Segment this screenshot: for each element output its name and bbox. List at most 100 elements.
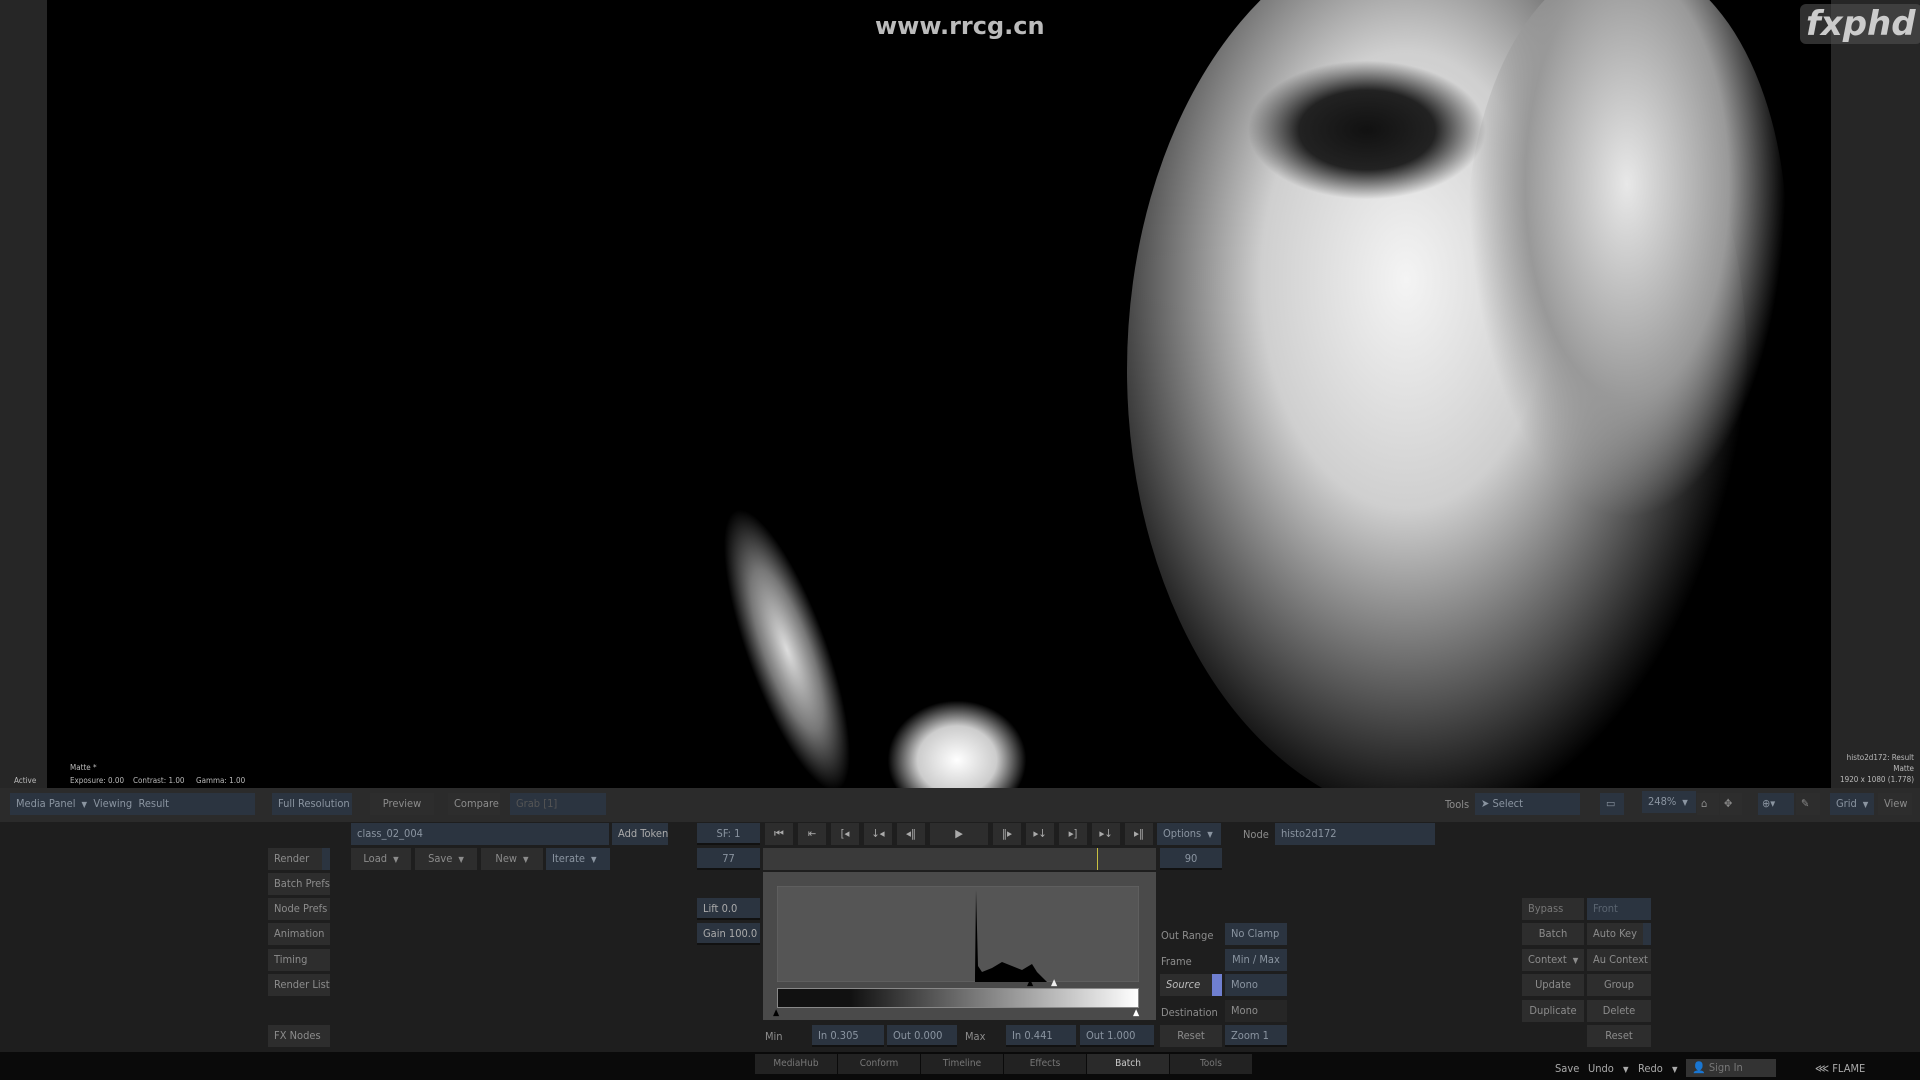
crosshair-icon[interactable]: ⊕▾ [1758,793,1794,815]
tab-timeline[interactable]: Timeline [921,1054,1003,1074]
app-name: FLAME [1832,1062,1866,1075]
min-in-field[interactable]: In 0.305 [812,1025,884,1047]
save-dropdown[interactable]: Save ▼ [415,848,477,870]
out-range-dropdown[interactable]: No Clamp [1225,923,1287,945]
full-resolution-button[interactable]: Full Resolution [272,793,352,815]
menu-button-node-prefs[interactable]: Node Prefs [268,898,330,920]
iterate-dropdown[interactable]: Iterate ▼ [546,848,610,870]
transport-button[interactable]: [◂ [831,823,859,845]
histogram-panel: ▲ ▲ ▲ ▲ [763,872,1156,1020]
bypass-button[interactable]: Bypass [1522,898,1584,920]
reset-button[interactable]: Reset [1587,1025,1651,1047]
eyedropper-icon[interactable]: ✎ [1796,793,1820,815]
zoom-dropdown[interactable]: 248% ▼ [1642,791,1696,813]
save-button[interactable]: Save [1555,1062,1579,1075]
menu-button-batch-prefs[interactable]: Batch Prefs [268,873,330,895]
max-in-field[interactable]: In 0.441 [1006,1025,1076,1047]
cursor-icon: ➤ [1481,797,1490,810]
gain-field[interactable]: Gain 100.0 [697,923,760,945]
menu-button-fx-nodes[interactable]: FX Nodes [268,1025,330,1047]
redo-button[interactable]: Redo ▼ [1638,1062,1678,1075]
zoom-field[interactable]: Zoom 1 [1225,1025,1287,1047]
viewer-node-channel: Matte [1893,764,1914,773]
tab-effects[interactable]: Effects [1004,1054,1086,1074]
max-out-field[interactable]: Out 1.000 [1080,1025,1154,1047]
frame-icon[interactable]: ▭ [1600,793,1624,815]
min-out-field[interactable]: Out 0.000 [887,1025,957,1047]
menu-button-animation[interactable]: Animation [268,923,330,945]
play-button[interactable]: ▶ [930,823,988,845]
viewer-channel: Matte * [70,763,97,772]
transport-button[interactable]: ◂‖ [897,823,925,845]
lift-field[interactable]: Lift 0.0 [697,898,760,920]
viewer[interactable]: www.rrcg.cn fxphd Active Matte * Exposur… [0,0,1920,788]
transport-button[interactable]: ⏮ [765,823,793,845]
update-button[interactable]: Update [1522,974,1584,996]
gradient-ramp[interactable] [777,988,1139,1008]
transport-button[interactable]: ▸↓ [1026,823,1054,845]
timeline-scrubber[interactable] [763,848,1156,870]
grid-label: Grid [1836,797,1857,810]
menu-button-render-list[interactable]: Render List [268,974,330,996]
menu-button-timing[interactable]: Timing [268,949,330,971]
grab-button[interactable]: Grab [1] [510,793,606,815]
transport-button[interactable]: ↓◂ [864,823,892,845]
transport-button[interactable]: ⇤ [798,823,826,845]
histogram-graph[interactable] [777,886,1139,982]
undo-button[interactable]: Undo ▼ [1588,1062,1629,1075]
viewer-gamma: Gamma: 1.00 [196,776,246,785]
node-name-field[interactable]: histo2d172 [1275,823,1435,845]
transport-button[interactable]: ▸‖ [1125,823,1153,845]
fish-icon: ⋘ [1815,1062,1830,1075]
view-button[interactable]: View [1878,793,1912,815]
front-button[interactable]: Front [1587,898,1651,920]
group-button[interactable]: Group [1587,974,1651,996]
preview-button[interactable]: Preview [370,793,434,815]
tab-batch[interactable]: Batch [1087,1054,1169,1074]
media-panel-label: Media Panel [16,797,76,810]
sign-in-dropdown[interactable]: 👤 Sign In [1686,1059,1776,1077]
context-dropdown[interactable]: Context ▼ [1522,949,1584,971]
tab-mediahub[interactable]: MediaHub [755,1054,837,1074]
chevron-down-icon: ▼ [523,855,529,864]
delete-button[interactable]: Delete [1587,1000,1651,1022]
histogram-reset-button[interactable]: Reset [1160,1025,1222,1047]
grid-dropdown[interactable]: Grid ▼ [1830,793,1874,815]
new-dropdown[interactable]: New ▼ [481,848,543,870]
options-dropdown[interactable]: Options ▼ [1157,823,1221,845]
auto-key-button[interactable]: Auto Key [1587,923,1651,945]
tab-conform[interactable]: Conform [838,1054,920,1074]
add-token-dropdown[interactable]: Add Token [612,823,668,845]
transport-button[interactable]: ▸] [1059,823,1087,845]
save-label: Save [428,852,453,865]
max-input-handle[interactable]: ▲ [1051,978,1057,988]
duplicate-button[interactable]: Duplicate [1522,1000,1584,1022]
source-toggle[interactable]: Source [1160,974,1222,996]
min-output-handle[interactable]: ▲ [773,1008,779,1018]
load-dropdown[interactable]: Load ▼ [351,848,411,870]
frame-dropdown[interactable]: Min / Max [1225,949,1287,971]
select-tool-dropdown[interactable]: ➤ Select [1475,793,1580,815]
transport-button[interactable]: ▸↓ [1092,823,1120,845]
max-output-handle[interactable]: ▲ [1133,1008,1139,1018]
start-frame-field[interactable]: SF: 1 [697,823,760,845]
min-input-handle[interactable]: ▲ [1027,978,1033,988]
frame-field[interactable]: 77 [697,848,760,870]
source-dropdown[interactable]: Mono [1225,974,1287,996]
media-panel-dropdown[interactable]: Media Panel ▼ Viewing Result [10,793,255,815]
batch-button[interactable]: Batch [1522,923,1584,945]
destination-dropdown[interactable]: Mono [1225,1000,1287,1022]
menu-button-render[interactable]: Render [268,848,330,870]
home-icon[interactable]: ⌂ [1697,793,1719,815]
end-frame-field[interactable]: 90 [1160,848,1222,870]
chevron-down-icon: ▼ [1207,830,1213,839]
playhead[interactable] [1097,848,1098,870]
chevron-down-icon: ▼ [393,855,399,864]
filename-field[interactable]: class_02_004 [351,823,609,845]
compare-button[interactable]: Compare [448,793,500,815]
tab-tools[interactable]: Tools [1170,1054,1252,1074]
transport-button[interactable]: ‖▸ [993,823,1021,845]
au-context-button[interactable]: Au Context [1587,949,1651,971]
viewer-contrast: Contrast: 1.00 [133,776,185,785]
move-icon[interactable]: ✥ [1720,793,1742,815]
